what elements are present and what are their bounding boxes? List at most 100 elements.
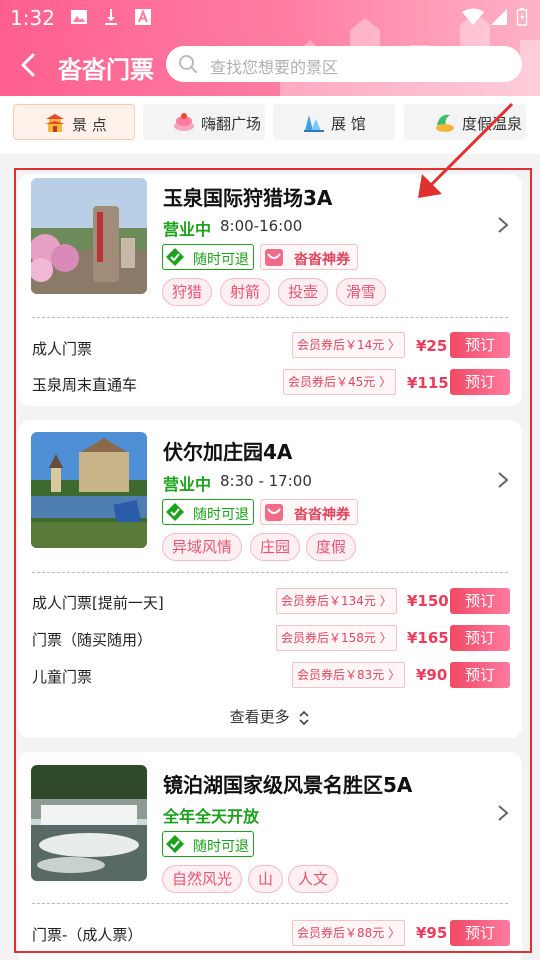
coupon-icon (265, 249, 283, 266)
tab-scenic-spots[interactable]: 景 点 (13, 104, 135, 140)
cake-icon (174, 113, 194, 131)
text-notification-icon (135, 9, 151, 25)
book-button[interactable]: 预订 (450, 662, 510, 688)
check-shield-icon (166, 503, 184, 521)
ticket-price: ¥165 (407, 629, 449, 647)
attraction-photo (31, 178, 147, 294)
book-button[interactable]: 预订 (450, 920, 510, 946)
page-title: 沓沓门票 (58, 56, 154, 84)
open-hours: 8:00-16:00 (220, 217, 303, 235)
ticket-name: 成人门票[提前一天] (32, 594, 164, 612)
expand-toggle-icon (299, 710, 309, 725)
search-input[interactable]: 查找您想要的景区 (166, 46, 522, 82)
ticket-name: 儿童门票 (32, 668, 93, 686)
download-notification-icon (105, 9, 117, 25)
member-coupon-price[interactable]: 会员券后￥158元 〉 (276, 625, 397, 651)
tag: 投壶 (278, 278, 329, 306)
attraction-photo (31, 432, 147, 548)
attraction-name: 镜泊湖国家级风景名胜区5A (163, 773, 413, 797)
tab-label: 度假温泉 (462, 115, 523, 133)
image-notification-icon (71, 10, 87, 24)
open-hours: 8:30 - 17:00 (220, 472, 312, 490)
ticket-price: ¥90 (416, 666, 448, 684)
tab-exhibition[interactable]: 展 馆 (273, 104, 395, 140)
tag: 射箭 (220, 278, 271, 306)
ticket-price: ¥25 (416, 337, 448, 355)
chevron-right-icon[interactable] (496, 804, 510, 822)
member-coupon-price[interactable]: 会员券后￥14元 〉 (292, 332, 406, 358)
status-time: 1:32 (10, 6, 55, 30)
attraction-card[interactable]: 伏尔加庄园4A 营业中 8:30 - 17:00 随时可退 沓沓神券 异域风情 … (18, 420, 522, 738)
open-status: 营业中 (163, 220, 212, 239)
tab-fun-plaza[interactable]: 嗨翻广场 (143, 104, 265, 140)
divider (32, 903, 508, 904)
wifi-icon (462, 8, 484, 25)
tag: 度假 (306, 533, 357, 561)
member-coupon-price[interactable]: 会员券后￥83元 〉 (292, 662, 406, 688)
tab-resort-hotspring[interactable]: 度假温泉 (404, 104, 526, 140)
ticket-name: 门票-（成人票） (32, 926, 143, 944)
refund-badge-label: 随时可退 (193, 507, 249, 523)
divider (32, 572, 508, 573)
ticket-name: 玉泉周末直通车 (32, 376, 138, 394)
book-button[interactable]: 预订 (450, 625, 510, 651)
signal-icon (491, 9, 507, 25)
attraction-photo (31, 765, 147, 881)
attraction-card[interactable]: 镜泊湖国家级风景名胜区5A 全年全天开放 随时可退 自然风光 山 人文 门票-（… (18, 752, 522, 960)
ticket-name: 门票（随买随用） (32, 631, 153, 649)
check-shield-icon (166, 835, 184, 853)
tag: 人文 (288, 865, 339, 893)
hotspring-icon (436, 114, 454, 132)
refund-badge: 随时可退 (162, 831, 254, 857)
attraction-name: 伏尔加庄园4A (163, 440, 293, 464)
coupon-badge: 沓沓神券 (260, 499, 358, 525)
tag: 异域风情 (162, 533, 243, 561)
ticket-price: ¥150 (407, 592, 449, 610)
member-coupon-price[interactable]: 会员券后￥88元 〉 (292, 920, 406, 946)
book-button[interactable]: 预订 (450, 588, 510, 614)
open-status: 全年全天开放 (163, 807, 260, 826)
see-more-button[interactable]: 查看更多 (18, 706, 522, 727)
status-bar: 1:32 (0, 0, 540, 36)
building-icon (304, 115, 324, 132)
member-coupon-price[interactable]: 会员券后￥134元 〉 (276, 588, 397, 614)
chevron-right-icon[interactable] (496, 471, 510, 489)
tag: 狩猎 (162, 278, 213, 306)
coupon-icon (265, 504, 283, 521)
ticket-price: ¥95 (416, 924, 448, 942)
back-arrow-icon[interactable] (14, 50, 44, 80)
search-placeholder: 查找您想要的景区 (210, 58, 339, 77)
category-tabs: 景 点 嗨翻广场 展 馆 度假温泉 (0, 96, 540, 154)
check-shield-icon (166, 248, 184, 266)
pagoda-icon (45, 114, 65, 132)
coupon-badge-label: 沓沓神券 (294, 252, 350, 268)
chevron-right-icon[interactable] (496, 216, 510, 234)
refund-badge-label: 随时可退 (193, 839, 249, 855)
ticket-name: 成人门票 (32, 340, 93, 358)
title-bar: 沓沓门票 查找您想要的景区 (0, 40, 540, 90)
tag: 山 (248, 865, 284, 893)
attraction-name: 玉泉国际狩猎场3A (163, 186, 333, 210)
coupon-badge: 沓沓神券 (260, 244, 358, 270)
attraction-list: 玉泉国际狩猎场3A 营业中 8:00-16:00 随时可退 沓沓神券 狩猎 射箭… (0, 154, 540, 960)
tab-label: 景 点 (72, 116, 107, 134)
tag: 自然风光 (162, 865, 243, 893)
coupon-badge-label: 沓沓神券 (294, 507, 350, 523)
ticket-price: ¥115 (407, 374, 449, 392)
search-icon (179, 55, 197, 73)
battery-icon (516, 8, 528, 26)
tab-label: 嗨翻广场 (201, 115, 262, 133)
refund-badge: 随时可退 (162, 499, 254, 525)
see-more-label: 查看更多 (229, 708, 290, 726)
tag: 庄园 (250, 533, 301, 561)
tab-label: 展 馆 (331, 115, 366, 133)
attraction-card[interactable]: 玉泉国际狩猎场3A 营业中 8:00-16:00 随时可退 沓沓神券 狩猎 射箭… (18, 174, 522, 406)
book-button[interactable]: 预订 (450, 369, 510, 395)
book-button[interactable]: 预订 (450, 332, 510, 358)
divider (32, 317, 508, 318)
refund-badge-label: 随时可退 (193, 252, 249, 268)
refund-badge: 随时可退 (162, 244, 254, 270)
member-coupon-price[interactable]: 会员券后￥45元 〉 (283, 369, 397, 395)
app-header: 1:32 沓沓门票 查找您想要的景区 (0, 0, 540, 96)
open-status: 营业中 (163, 475, 212, 494)
